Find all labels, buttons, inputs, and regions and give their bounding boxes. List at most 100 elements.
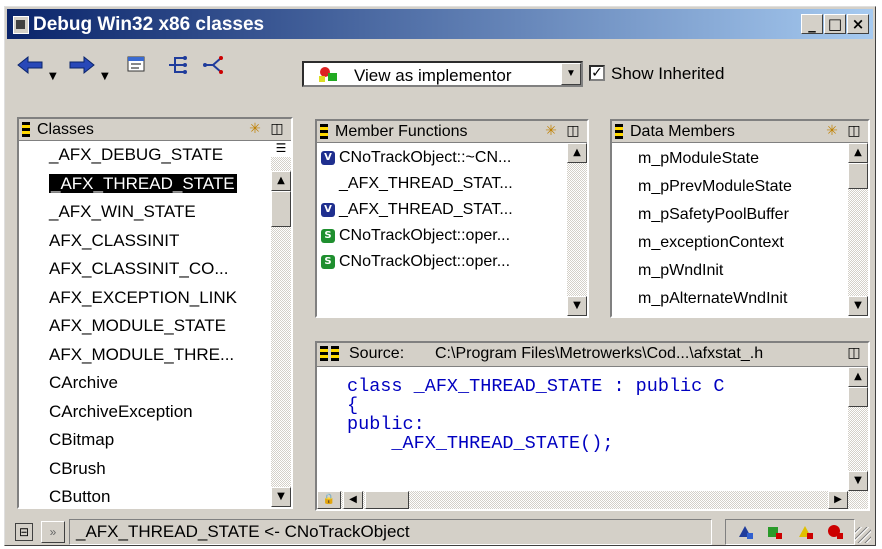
protected-access-icon[interactable]: [765, 523, 785, 541]
member-functions-header: Member Functions ✳ ◫: [317, 121, 587, 143]
window-title: Debug Win32 x86 classes: [33, 14, 265, 35]
member-function-item[interactable]: V _AFX_THREAD_STAT...: [317, 197, 567, 223]
member-function-name: _AFX_THREAD_STAT...: [339, 201, 513, 218]
class-list-item[interactable]: CArchive: [19, 369, 271, 398]
member-function-item[interactable]: _AFX_THREAD_STAT...: [317, 171, 567, 197]
static-method-icon: S: [321, 228, 335, 243]
hierarchy-icon[interactable]: [161, 49, 193, 81]
scroll-thumb[interactable]: [365, 491, 409, 509]
class-list-item[interactable]: CBitmap: [19, 426, 271, 455]
pane-grip-icon: [331, 346, 339, 361]
class-list-item[interactable]: _AFX_DEBUG_STATE: [19, 141, 271, 170]
member-function-name: CNoTrackObject::oper...: [339, 253, 511, 270]
scroll-up-button[interactable]: ▲: [271, 171, 291, 191]
class-list-item[interactable]: AFX_MODULE_STATE: [19, 312, 271, 341]
window-icon[interactable]: [13, 16, 29, 34]
minimize-button[interactable]: _: [801, 14, 823, 34]
view-mode-value: View as implementor: [354, 66, 512, 85]
single-class-hierarchy-icon[interactable]: [197, 49, 229, 81]
scroll-thumb[interactable]: [848, 163, 868, 189]
pane-menu-icon[interactable]: ◫: [846, 345, 862, 361]
class-list-item[interactable]: _AFX_WIN_STATE: [19, 198, 271, 227]
member-function-item[interactable]: S CNoTrackObject::oper...: [317, 223, 567, 249]
method-icon: [321, 177, 335, 191]
classes-pane-header: Classes ✳ ◫: [19, 119, 291, 141]
member-functions-scrollbar[interactable]: ▲ ▼: [567, 143, 587, 316]
class-list-item[interactable]: AFX_MODULE_THRE...: [19, 341, 271, 370]
new-member-function-icon[interactable]: ✳: [543, 123, 559, 139]
scroll-down-button[interactable]: ▼: [271, 487, 291, 507]
show-inherited-checkbox[interactable]: ✓: [589, 65, 605, 81]
class-name: AFX_MODULE_STATE: [49, 316, 226, 335]
data-member-item[interactable]: m_pModuleState: [638, 145, 848, 173]
class-list-item[interactable]: CBrush: [19, 455, 271, 484]
filter-icon[interactable]: ☰: [271, 141, 291, 157]
class-list-item[interactable]: _AFX_THREAD_STATE: [19, 170, 271, 199]
forward-history-dropdown-icon[interactable]: ▼: [101, 71, 109, 82]
member-function-name: _AFX_THREAD_STAT...: [339, 175, 513, 192]
expand-icon[interactable]: »: [41, 521, 65, 543]
class-list-item[interactable]: AFX_CLASSINIT_CO...: [19, 255, 271, 284]
scroll-right-button[interactable]: ▶: [828, 491, 848, 509]
source-pane-header: Source: C:\Program Files\Metrowerks\Cod.…: [317, 343, 868, 367]
title-bar[interactable]: Debug Win32 x86 classes _ □ ×: [7, 9, 873, 39]
view-mode-select[interactable]: View as implementor ▼: [302, 61, 583, 87]
source-code[interactable]: class _AFX_THREAD_STATE : public C{publi…: [347, 377, 848, 453]
pane-menu-icon[interactable]: ◫: [269, 121, 285, 137]
chevron-down-icon[interactable]: ▼: [561, 63, 581, 85]
data-members-title: Data Members: [630, 123, 735, 140]
vertical-splitter[interactable]: [295, 117, 303, 509]
public-access-icon[interactable]: [735, 523, 755, 541]
forward-arrow-icon[interactable]: [65, 49, 99, 81]
data-member-item[interactable]: m_exceptionContext: [638, 229, 848, 257]
member-function-item[interactable]: S CNoTrackObject::oper...: [317, 249, 567, 275]
class-list-item[interactable]: CButton: [19, 483, 271, 507]
show-inherited-label[interactable]: Show Inherited: [611, 64, 724, 84]
class-view-icon[interactable]: [121, 49, 153, 81]
class-name: AFX_CLASSINIT_CO...: [49, 259, 229, 278]
back-history-dropdown-icon[interactable]: ▼: [49, 71, 57, 82]
data-members-pane: Data Members ✳ ◫ m_pModuleState m_pPrevMo…: [610, 119, 870, 318]
data-member-item[interactable]: m_pWndInit: [638, 257, 848, 285]
class-browser-window: Debug Win32 x86 classes _ □ × ▼ ▼ View a…: [4, 6, 876, 546]
close-button[interactable]: ×: [847, 14, 869, 34]
pane-menu-icon[interactable]: ◫: [846, 123, 862, 139]
classes-list[interactable]: _AFX_DEBUG_STATE _AFX_THREAD_STATE _AFX_WI…: [19, 141, 271, 507]
scroll-down-button[interactable]: ▼: [567, 296, 587, 316]
maximize-button[interactable]: □: [824, 14, 846, 34]
data-members-list[interactable]: m_pModuleState m_pPrevModuleState m_pSafet…: [638, 145, 848, 316]
classes-pane: Classes ✳ ◫ _AFX_DEBUG_STATE _AFX_THREAD_…: [17, 117, 293, 509]
back-arrow-icon[interactable]: [13, 49, 47, 81]
new-data-member-icon[interactable]: ✳: [824, 123, 840, 139]
class-name: _AFX_THREAD_STATE: [49, 173, 237, 193]
lock-icon[interactable]: 🔒: [317, 491, 341, 509]
scroll-up-button[interactable]: ▲: [567, 143, 587, 163]
member-function-item[interactable]: V CNoTrackObject::~CN...: [317, 145, 567, 171]
source-horizontal-scrollbar[interactable]: 🔒 ◀ ▶: [317, 491, 868, 509]
resize-grip-icon[interactable]: [855, 527, 871, 543]
horizontal-splitter[interactable]: [311, 323, 871, 333]
scroll-up-button[interactable]: ▲: [848, 367, 868, 387]
virtual-method-icon: V: [321, 150, 335, 165]
class-list-item[interactable]: AFX_EXCEPTION_LINK: [19, 284, 271, 313]
class-list-item[interactable]: CArchiveException: [19, 398, 271, 427]
scroll-up-button[interactable]: ▲: [848, 143, 868, 163]
private-access-icon[interactable]: [795, 523, 815, 541]
class-list-item[interactable]: AFX_CLASSINIT: [19, 227, 271, 256]
source-vertical-scrollbar[interactable]: ▲ ▼: [848, 367, 868, 491]
scroll-thumb[interactable]: [848, 387, 868, 407]
pane-layout-icon[interactable]: ⊟: [15, 523, 33, 541]
data-members-scrollbar[interactable]: ▲ ▼: [848, 143, 868, 316]
scroll-down-button[interactable]: ▼: [848, 296, 868, 316]
classes-scrollbar[interactable]: ☰ ▲ ▼: [271, 141, 291, 507]
data-member-item[interactable]: m_pAlternateWndInit: [638, 285, 848, 313]
member-functions-list[interactable]: V CNoTrackObject::~CN..._AFX_THREAD_STAT.…: [317, 145, 567, 316]
data-member-item[interactable]: m_pSafetyPoolBuffer: [638, 201, 848, 229]
new-class-icon[interactable]: ✳: [247, 121, 263, 137]
all-access-icon[interactable]: [825, 523, 845, 541]
data-member-item[interactable]: m_pPrevModuleState: [638, 173, 848, 201]
scroll-left-button[interactable]: ◀: [343, 491, 363, 509]
pane-menu-icon[interactable]: ◫: [565, 123, 581, 139]
scroll-thumb[interactable]: [271, 191, 291, 227]
scroll-down-button[interactable]: ▼: [848, 471, 868, 491]
